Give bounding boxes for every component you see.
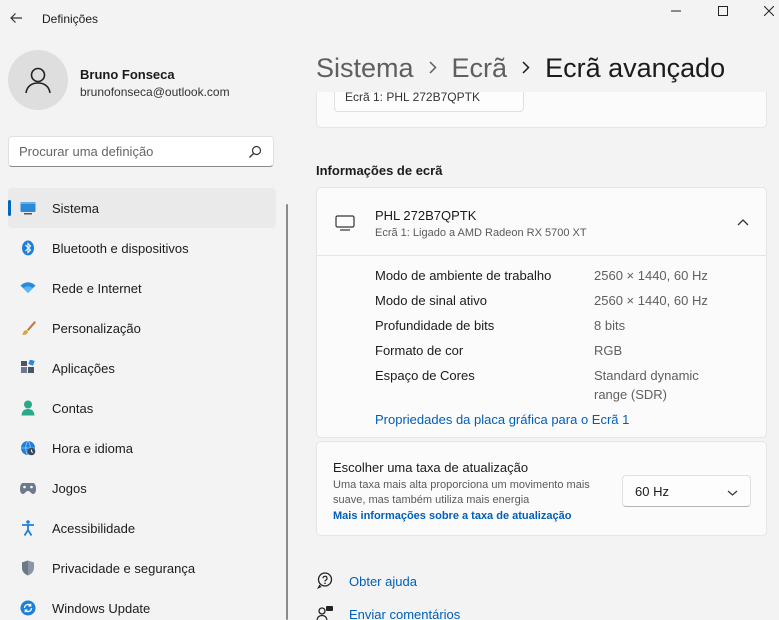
sidebar-item-personalizacao[interactable]: Personalização [8, 308, 276, 348]
search-icon[interactable] [247, 144, 263, 160]
chevron-down-icon [727, 484, 738, 499]
search-input[interactable] [19, 144, 247, 159]
monitor-subtitle: Ecrã 1: Ligado a AMD Radeon RX 5700 XT [375, 227, 587, 239]
property-row: Formato de cor RGB [375, 343, 755, 368]
sidebar-item-label: Bluetooth e dispositivos [52, 240, 189, 256]
property-label: Modo de sinal ativo [375, 293, 488, 308]
sidebar-item-privacidade[interactable]: Privacidade e segurança [8, 548, 276, 588]
sidebar-item-label: Jogos [52, 480, 87, 496]
sidebar-scrollbar[interactable] [286, 204, 288, 620]
monitor-icon [20, 200, 36, 216]
back-button[interactable] [4, 6, 28, 30]
close-button[interactable] [746, 2, 779, 20]
wifi-icon [20, 280, 36, 296]
property-label: Espaço de Cores [375, 368, 475, 383]
monitor-icon [335, 215, 355, 236]
shield-icon [20, 560, 36, 576]
update-icon [20, 600, 36, 616]
breadcrumb-sistema[interactable]: Sistema [316, 53, 414, 84]
sidebar-item-aplicacoes[interactable]: Aplicações [8, 348, 276, 388]
globe-clock-icon [20, 440, 36, 456]
feedback-icon [316, 605, 334, 620]
search-box[interactable] [8, 136, 274, 167]
app-title: Definições [42, 12, 99, 26]
help-label: Obter ajuda [349, 573, 417, 589]
refresh-rate-card: Escolher uma taxa de atualização Uma tax… [316, 441, 767, 536]
brush-icon [20, 320, 36, 336]
sidebar-item-label: Personalização [52, 320, 141, 336]
close-icon [764, 6, 774, 16]
help-icon [316, 572, 334, 590]
property-row: Modo de ambiente de trabalho 2560 × 1440… [375, 268, 755, 293]
property-value: 8 bits [594, 318, 626, 333]
display-select-dropdown[interactable]: Ecrã 1: PHL 272B7QPTK [334, 92, 524, 112]
sidebar-item-rede[interactable]: Rede e Internet [8, 268, 276, 308]
sidebar-item-label: Privacidade e segurança [52, 560, 196, 576]
sidebar-item-acessibilidade[interactable]: Acessibilidade [8, 508, 276, 548]
sidebar-item-label: Rede e Internet [52, 280, 142, 296]
bluetooth-icon [20, 240, 36, 256]
property-value: RGB [594, 343, 623, 358]
breadcrumb: Sistema Ecrã Ecrã avançado [316, 53, 725, 84]
user-name: Bruno Fonseca [80, 67, 175, 82]
property-value: Standard dynamic range (SDR) [594, 368, 699, 402]
sidebar-item-windows-update[interactable]: Windows Update [8, 588, 276, 620]
display-select-card: Ecrã 1: PHL 272B7QPTK [316, 92, 767, 128]
property-value: 2560 × 1440, 60 Hz [594, 293, 708, 308]
refresh-rate-select[interactable]: 60 Hz [622, 475, 751, 507]
feedback-label: Enviar comentários [349, 606, 461, 620]
monitor-name: PHL 272B7QPTK [375, 208, 477, 223]
sidebar-item-label: Hora e idioma [52, 440, 133, 456]
sidebar-item-bluetooth[interactable]: Bluetooth e dispositivos [8, 228, 276, 268]
refresh-rate-title: Escolher uma taxa de atualização [333, 460, 529, 475]
chevron-right-icon [522, 57, 530, 80]
sidebar-item-label: Contas [52, 400, 94, 416]
display-info-header[interactable]: PHL 272B7QPTK Ecrã 1: Ligado a AMD Radeo… [317, 188, 766, 256]
refresh-rate-info-link[interactable]: Mais informações sobre a taxa de atualiz… [333, 510, 571, 522]
property-label: Modo de ambiente de trabalho [375, 268, 552, 283]
page-title: Ecrã avançado [545, 53, 726, 83]
arrow-left-icon [10, 13, 22, 23]
section-title: Informações de ecrã [316, 163, 443, 178]
accessibility-icon [20, 520, 36, 536]
title-bar: Definições [0, 0, 779, 38]
chevron-right-icon [429, 57, 437, 80]
help-link[interactable]: Obter ajuda [316, 572, 417, 590]
property-value: 2560 × 1440, 60 Hz [594, 268, 708, 283]
property-row: Modo de sinal ativo 2560 × 1440, 60 Hz [375, 293, 755, 318]
maximize-button[interactable] [700, 2, 746, 20]
minimize-button[interactable] [653, 2, 699, 20]
person-icon [25, 67, 51, 94]
property-row: Profundidade de bits 8 bits [375, 318, 755, 343]
refresh-rate-value: 60 Hz [635, 483, 669, 499]
avatar[interactable] [8, 50, 68, 110]
sidebar-nav: Sistema Bluetooth e dispositivos Rede e … [8, 188, 276, 620]
sidebar-item-contas[interactable]: Contas [8, 388, 276, 428]
apps-icon [20, 360, 36, 376]
breadcrumb-ecra[interactable]: Ecrã [452, 53, 508, 84]
feedback-link[interactable]: Enviar comentários [316, 605, 460, 620]
gamepad-icon [20, 480, 36, 496]
sidebar-item-jogos[interactable]: Jogos [8, 468, 276, 508]
chevron-up-icon[interactable] [735, 214, 751, 230]
person-icon [20, 400, 36, 416]
minimize-icon [671, 10, 681, 12]
sidebar-item-hora-idioma[interactable]: Hora e idioma [8, 428, 276, 468]
sidebar-item-label: Windows Update [52, 600, 151, 616]
sidebar-item-sistema[interactable]: Sistema [8, 188, 276, 228]
gpu-properties-link[interactable]: Propriedades da placa gráfica para o Ecr… [375, 412, 629, 427]
display-properties: Modo de ambiente de trabalho 2560 × 1440… [375, 268, 755, 408]
user-email: brunofonseca@outlook.com [80, 85, 230, 99]
property-row: Espaço de Cores Standard dynamic range (… [375, 368, 755, 408]
property-label: Formato de cor [375, 343, 464, 358]
sidebar-item-label: Sistema [52, 200, 99, 216]
display-info-card: PHL 272B7QPTK Ecrã 1: Ligado a AMD Radeo… [316, 187, 767, 438]
maximize-icon [718, 6, 728, 16]
sidebar-item-label: Aplicações [52, 360, 115, 376]
sidebar-item-label: Acessibilidade [52, 520, 136, 536]
refresh-rate-description: Uma taxa mais alta proporciona um movime… [333, 479, 590, 506]
property-label: Profundidade de bits [375, 318, 495, 333]
